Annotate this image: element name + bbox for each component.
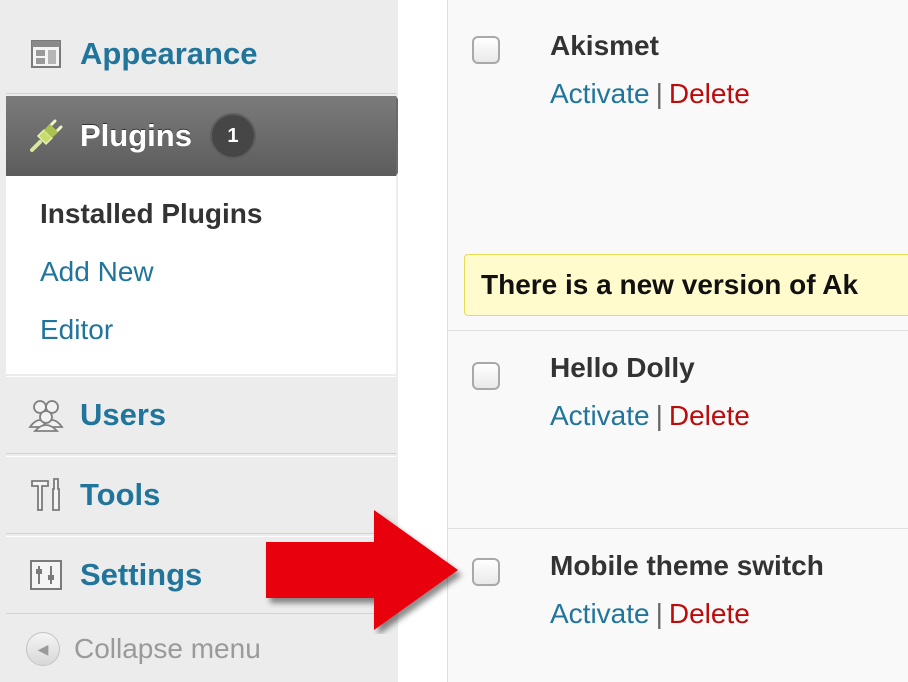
sidebar-item-label: Settings [80, 557, 203, 592]
plugin-actions: Activate | Delete [550, 78, 750, 110]
row-divider [448, 330, 908, 331]
tools-icon [26, 475, 66, 515]
plugin-icon [26, 116, 66, 156]
plugin-checkbox[interactable] [472, 362, 500, 390]
settings-icon [26, 555, 66, 595]
delete-link[interactable]: Delete [669, 598, 750, 629]
plugin-checkbox[interactable] [472, 558, 500, 586]
plugins-submenu: Installed Plugins Add New Editor [6, 176, 396, 374]
update-notice: There is a new version of Ak [464, 254, 908, 316]
plugin-actions: Activate | Delete [550, 598, 750, 630]
sidebar-item-label: Tools [80, 477, 161, 512]
sidebar-item-appearance[interactable]: Appearance [6, 14, 396, 94]
submenu-add-new[interactable]: Add New [40, 256, 154, 288]
delete-link[interactable]: Delete [669, 78, 750, 109]
appearance-icon [26, 34, 66, 74]
sidebar-item-plugins[interactable]: Plugins 1 [6, 96, 396, 176]
sidebar-item-label: Appearance [80, 35, 258, 71]
plugin-name: Hello Dolly [550, 352, 695, 383]
plugin-actions: Activate | Delete [550, 400, 750, 432]
activate-link[interactable]: Activate [550, 598, 650, 629]
red-pointer-arrow-icon [266, 510, 458, 630]
action-separator: | [655, 400, 663, 431]
plugins-list: Akismet Activate | Delete There is a new v… [447, 0, 908, 682]
plugin-checkbox[interactable] [472, 36, 500, 64]
activate-link[interactable]: Activate [550, 400, 650, 431]
action-separator: | [655, 598, 663, 629]
sidebar-item-label: Plugins [80, 118, 192, 153]
update-notice-text: There is a new version of Ak [481, 269, 859, 300]
collapse-menu-label: Collapse menu [74, 633, 261, 664]
action-separator: | [655, 78, 663, 109]
plugin-name: Mobile theme switch [550, 550, 824, 581]
row-divider [448, 528, 908, 529]
activate-link[interactable]: Activate [550, 78, 650, 109]
delete-link[interactable]: Delete [669, 400, 750, 431]
plugin-row-akismet: Akismet Activate | Delete [448, 0, 908, 240]
submenu-editor[interactable]: Editor [40, 314, 113, 346]
collapse-arrow-icon: ◀ [26, 632, 60, 666]
update-count-badge: 1 [209, 113, 256, 159]
plugin-name: Akismet [550, 30, 659, 61]
submenu-installed-plugins[interactable]: Installed Plugins [40, 198, 262, 230]
sidebar-item-label: Users [80, 397, 167, 432]
sidebar-item-users[interactable]: Users [6, 376, 396, 454]
users-icon [26, 395, 66, 435]
